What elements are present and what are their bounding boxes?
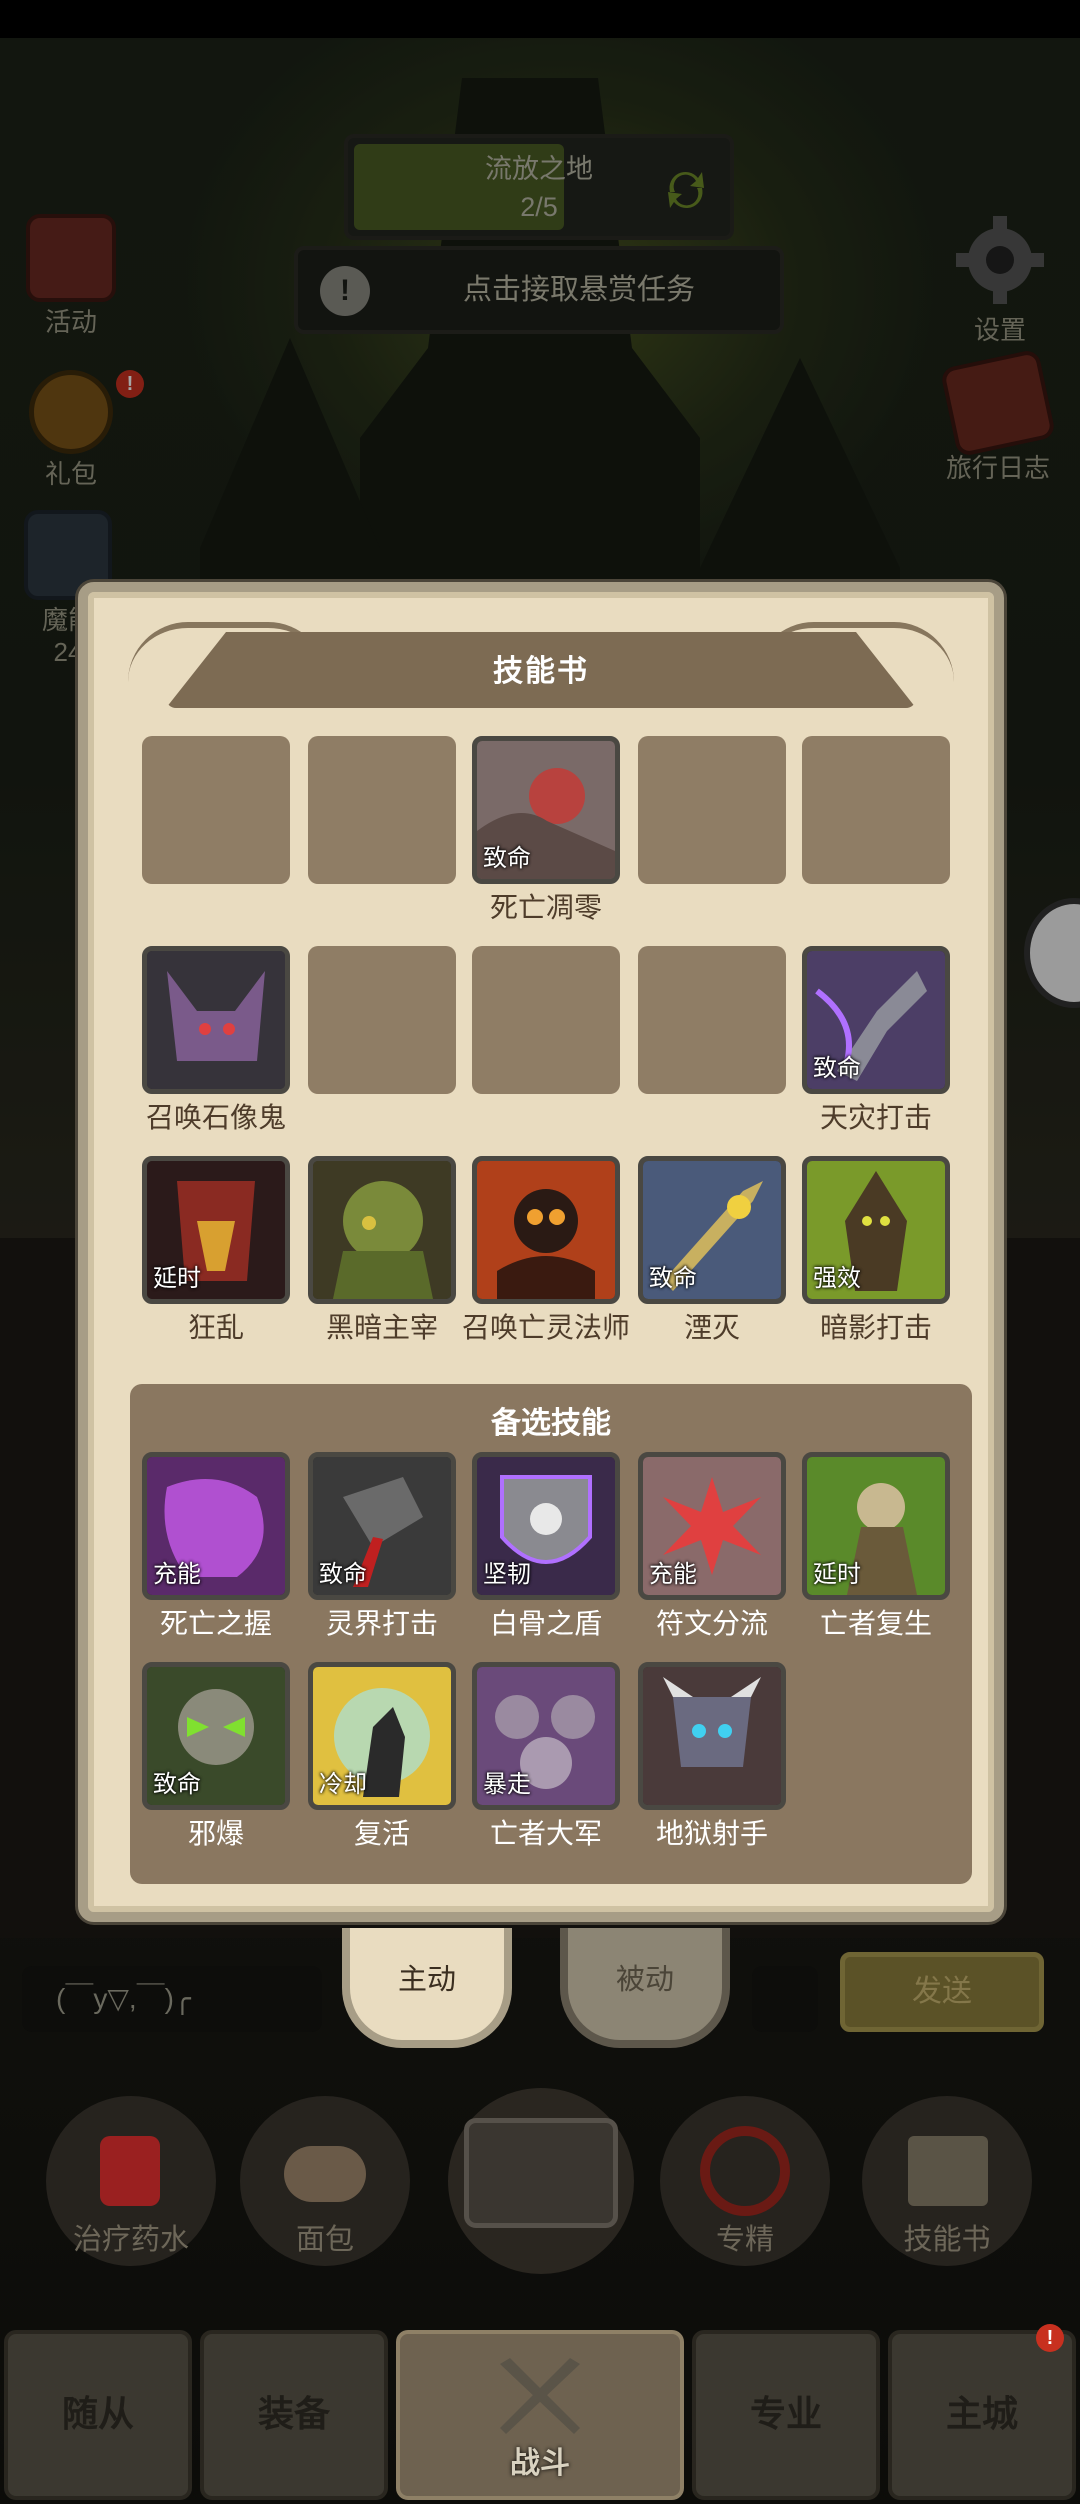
empty-slot[interactable] [638, 946, 786, 1094]
potion-label: 治疗药水 [72, 2224, 189, 2256]
chest-icon [464, 2118, 618, 2228]
nav-equipment[interactable]: 装备 [200, 2330, 388, 2500]
skillbook-label: 技能书 [903, 2224, 991, 2256]
skill-slot[interactable]: 致命 [142, 1662, 290, 1810]
battle-label: 战斗 [510, 2447, 570, 2480]
skill-name: 死亡凋零 [489, 892, 602, 923]
skill-tag: 坚韧 [483, 1561, 531, 1588]
skill-tag: 暴走 [483, 1771, 531, 1798]
skill-tag: 致命 [153, 1771, 201, 1798]
empty-slot[interactable] [308, 946, 456, 1094]
skill-tag: 充能 [649, 1561, 697, 1588]
empty-slot[interactable] [802, 736, 950, 884]
summon-lich-icon [477, 1161, 615, 1299]
skill-tag: 充能 [153, 1561, 201, 1588]
skill-slot[interactable]: 冷却 [308, 1662, 456, 1810]
skill-slot[interactable]: 延时 [142, 1156, 290, 1304]
skill-slot[interactable]: 坚韧 [472, 1452, 620, 1600]
bread-label: 面包 [295, 2224, 354, 2256]
skill-slot[interactable]: 致命 [472, 736, 620, 884]
empty-slot[interactable] [638, 736, 786, 884]
tab-passive-skills[interactable]: 被动 [560, 1928, 730, 2048]
skill-tag: 强效 [813, 1265, 861, 1292]
send-button[interactable]: 发送 [840, 1952, 1044, 2032]
tab-active-skills[interactable]: 主动 [342, 1928, 512, 2048]
panel-title: 技能书 [493, 655, 589, 688]
skill-tag: 致命 [649, 1265, 697, 1292]
chat-input[interactable]: (￣y▽,￣)╭ [22, 1966, 322, 2032]
hell-archer-icon [643, 1667, 781, 1805]
empty-slot[interactable] [472, 946, 620, 1094]
gargoyle-icon [147, 951, 285, 1089]
nav-profession[interactable]: 专业 [692, 2330, 880, 2500]
mastery-label: 专精 [715, 2224, 774, 2256]
skill-tag: 致命 [319, 1561, 367, 1588]
mastery-icon [700, 2126, 790, 2216]
bread-icon [284, 2146, 366, 2202]
city-label: 主城 [945, 2393, 1018, 2434]
skill-slot[interactable]: 强效 [802, 1156, 950, 1304]
skill-name: 亡者复生 [819, 1608, 932, 1639]
skill-tag: 延时 [153, 1265, 201, 1292]
skill-slot[interactable]: 充能 [638, 1452, 786, 1600]
chat-input-extension[interactable] [752, 1966, 818, 2032]
empty-slot[interactable] [308, 736, 456, 884]
potion-button[interactable]: 治疗药水 [46, 2096, 216, 2266]
skill-tag: 致命 [813, 1055, 861, 1082]
skill-slot[interactable]: 致命 [802, 946, 950, 1094]
skill-name: 暗影打击 [819, 1312, 932, 1343]
bread-button[interactable]: 面包 [240, 2096, 410, 2266]
nav-battle[interactable]: 战斗 [396, 2330, 684, 2500]
nav-followers[interactable]: 随从 [4, 2330, 192, 2500]
nav-city[interactable]: 主城 [888, 2330, 1076, 2500]
skill-tag: 冷却 [319, 1771, 367, 1798]
book-icon [908, 2136, 988, 2206]
skill-slot[interactable]: 致命 [638, 1156, 786, 1304]
skill-tag: 延时 [813, 1561, 861, 1588]
skill-book-panel: 技能书 致命 死亡凋零 召唤石像鬼 致命 天灾打击 延时 狂乱 黑暗主宰 召唤亡… [78, 582, 1004, 1922]
empty-slot[interactable] [142, 736, 290, 884]
skill-slot[interactable] [472, 1156, 620, 1304]
city-badge: ! [1036, 2324, 1064, 2352]
alternate-title: 备选技能 [491, 1407, 611, 1440]
potion-icon [100, 2136, 160, 2206]
skill-name: 召唤石像鬼 [145, 1102, 286, 1133]
status-bar [0, 0, 1080, 38]
skill-slot[interactable] [142, 946, 290, 1094]
treasure-chest-button[interactable] [448, 2088, 634, 2274]
skill-slot[interactable]: 暴走 [472, 1662, 620, 1810]
dark-ruler-icon [313, 1161, 451, 1299]
skill-slot[interactable]: 致命 [308, 1452, 456, 1600]
skill-slot[interactable]: 充能 [142, 1452, 290, 1600]
skillbook-button[interactable]: 技能书 [862, 2096, 1032, 2266]
skill-slot[interactable] [308, 1156, 456, 1304]
skill-name: 地狱射手 [655, 1818, 768, 1849]
skill-slot[interactable]: 延时 [802, 1452, 950, 1600]
alternate-skills-box: 备选技能 充能 死亡之握 致命 灵界打击 坚韧 白骨之盾 充能 符文分流 延时 … [130, 1384, 972, 1884]
skill-tag: 致命 [483, 845, 531, 872]
mastery-button[interactable]: 专精 [660, 2096, 830, 2266]
skill-slot[interactable] [638, 1662, 786, 1810]
skill-name: 天灾打击 [819, 1102, 932, 1133]
